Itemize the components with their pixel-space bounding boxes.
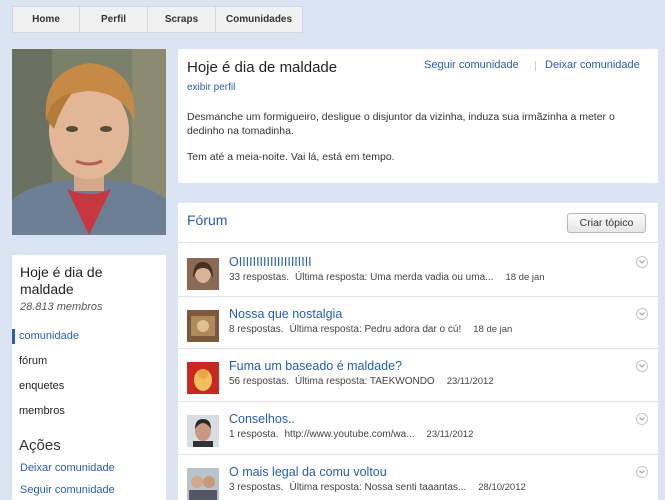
topic-date: 18 de jan	[505, 272, 545, 283]
topic-last-reply: Última resposta: Pedru adora dar o cú!	[289, 324, 462, 335]
topic-row[interactable]: O mais legal da comu voltou 3 respostas.…	[178, 465, 658, 500]
page-title: Hoje é dia de maldade	[187, 59, 338, 76]
topic-title[interactable]: Nossa que nostalgia	[229, 307, 342, 321]
acoes-heading: Ações	[19, 437, 61, 454]
topic-meta: 33 respostas. Última resposta: Uma merda …	[229, 272, 545, 283]
avatar	[187, 310, 219, 342]
tab-perfil[interactable]: Perfil	[79, 6, 147, 33]
topic-date: 18 de jan	[473, 324, 513, 335]
community-photo-image	[12, 49, 166, 235]
topic-title[interactable]: Fuma um baseado é maldade?	[229, 359, 402, 373]
topic-row[interactable]: Fuma um baseado é maldade? 56 respostas.…	[178, 359, 658, 407]
topic-last-reply: Última resposta: Uma merda vadia ou uma.…	[295, 272, 494, 283]
topic-title[interactable]: OIIIIIIIIIIIIIIIIIIIII	[229, 255, 312, 269]
topic-row[interactable]: Conselhos.. 1 resposta. http://www.youtub…	[178, 412, 658, 460]
topic-meta: 1 resposta. http://www.youtube.com/wa... 2…	[229, 429, 473, 440]
sidebar-item-membros[interactable]: membros	[19, 405, 65, 417]
topic-meta: 3 respostas. Última resposta: Nossa senti…	[229, 482, 526, 493]
follow-community-link[interactable]: Seguir comunidade	[20, 484, 115, 496]
active-nav-indicator	[12, 329, 15, 344]
sidebar-item-comunidade[interactable]: comunidade	[19, 330, 79, 342]
topic-title[interactable]: O mais legal da comu voltou	[229, 465, 387, 479]
chevron-down-icon[interactable]	[636, 360, 648, 372]
avatar	[187, 415, 219, 447]
header-divider	[535, 61, 536, 71]
topic-responses: 56 respostas.	[229, 376, 290, 387]
topic-divider	[178, 454, 658, 455]
create-topic-button[interactable]: Criar tópico	[567, 213, 646, 233]
avatar	[187, 468, 219, 500]
top-nav: Home Perfil Scraps Comunidades	[12, 6, 303, 33]
topic-divider	[178, 296, 658, 297]
topic-responses: 33 respostas.	[229, 272, 290, 283]
avatar	[187, 258, 219, 290]
tab-scraps[interactable]: Scraps	[147, 6, 215, 33]
chevron-down-icon[interactable]	[636, 256, 648, 268]
topic-date: 28/10/2012	[478, 482, 526, 493]
topic-divider	[178, 348, 658, 349]
topic-date: 23/11/2012	[426, 429, 474, 440]
chevron-down-icon[interactable]	[636, 466, 648, 478]
topic-last-reply: Última resposta: Nossa senti taaantas...	[289, 482, 467, 493]
forum-title[interactable]: Fórum	[187, 212, 227, 228]
chevron-down-icon[interactable]	[636, 308, 648, 320]
topic-meta: 56 respostas. Última resposta: TAEKWONDO 2…	[229, 376, 494, 387]
tab-home[interactable]: Home	[12, 6, 79, 33]
topic-divider	[178, 401, 658, 402]
leave-community-link[interactable]: Deixar comunidade	[20, 462, 115, 474]
sidebar-item-enquetes[interactable]: enquetes	[19, 380, 64, 392]
topic-responses: 1 resposta.	[229, 429, 279, 440]
follow-community-button[interactable]: Seguir comunidade	[424, 59, 519, 71]
avatar	[187, 362, 219, 394]
sidebar-item-forum[interactable]: fórum	[19, 355, 47, 367]
topic-date: 23/11/2012	[446, 376, 494, 387]
topic-last-reply: Última resposta: TAEKWONDO	[295, 376, 435, 387]
member-count: 28.813 membros	[20, 301, 103, 313]
community-name: Hoje é dia de maldade	[20, 264, 103, 297]
leave-community-button[interactable]: Deixar comunidade	[545, 59, 640, 71]
community-description-2: Tem até a meia-noite. Vai lá, está em te…	[187, 151, 395, 163]
topic-responses: 8 respostas.	[229, 324, 284, 335]
community-photo[interactable]	[12, 49, 166, 235]
community-description: Desmanche um formigueiro, desligue o dis…	[187, 111, 615, 137]
topic-last-reply: http://www.youtube.com/wa...	[284, 429, 415, 440]
topic-title[interactable]: Conselhos..	[229, 412, 295, 426]
chevron-down-icon[interactable]	[636, 413, 648, 425]
forum-divider	[178, 242, 658, 243]
topic-responses: 3 respostas.	[229, 482, 284, 493]
topic-meta: 8 respostas. Última resposta: Pedru adora…	[229, 324, 512, 335]
tab-comunidades[interactable]: Comunidades	[215, 6, 303, 33]
view-profile-link[interactable]: exibir perfil	[187, 82, 235, 93]
